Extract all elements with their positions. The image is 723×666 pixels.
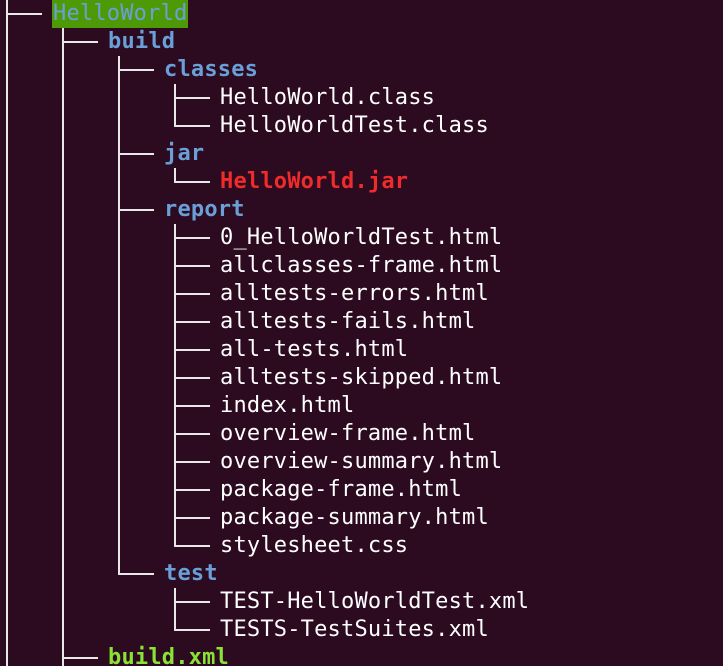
directory-test[interactable]: test <box>164 560 218 588</box>
tree-row-file[interactable]: all-tests.html <box>0 336 723 364</box>
directory-classes[interactable]: classes <box>164 56 258 84</box>
tree-row-file[interactable]: HelloWorld.class <box>0 84 723 112</box>
file-entry[interactable]: package-summary.html <box>220 504 489 532</box>
file-entry[interactable]: overview-frame.html <box>220 420 475 448</box>
tree-connector <box>174 308 210 336</box>
tree-connector <box>62 28 98 56</box>
jar-file-entry[interactable]: HelloWorld.jar <box>220 168 408 196</box>
tree-row-build[interactable]: build <box>0 28 723 56</box>
tree-row-file[interactable]: package-frame.html <box>0 476 723 504</box>
directory-report[interactable]: report <box>164 196 245 224</box>
tree-connector <box>6 0 42 15</box>
file-entry[interactable]: TESTS-TestSuites.xml <box>220 616 489 644</box>
tree-connector <box>118 560 154 575</box>
tree-connector <box>174 280 210 308</box>
file-entry[interactable]: allclasses-frame.html <box>220 252 502 280</box>
tree-connector <box>118 56 154 84</box>
tree-connector <box>174 392 210 420</box>
tree-row-file[interactable]: HelloWorld.jar <box>0 168 723 196</box>
tree-row-root[interactable]: HelloWorld <box>0 0 723 28</box>
tree-connector <box>118 196 154 224</box>
file-entry[interactable]: TEST-HelloWorldTest.xml <box>220 588 529 616</box>
tree-connector <box>174 476 210 504</box>
tree-row-jar[interactable]: jar <box>0 140 723 168</box>
tree-row-report[interactable]: report <box>0 196 723 224</box>
file-entry[interactable]: index.html <box>220 392 354 420</box>
tree-row-classes[interactable]: classes <box>0 56 723 84</box>
tree-row-file[interactable]: index.html <box>0 392 723 420</box>
tree-connector <box>174 532 210 547</box>
tree-row-file[interactable]: overview-frame.html <box>0 420 723 448</box>
tree-connector <box>174 504 210 532</box>
file-entry[interactable]: 0_HelloWorldTest.html <box>220 224 502 252</box>
file-entry[interactable]: all-tests.html <box>220 336 408 364</box>
directory-build[interactable]: build <box>108 28 175 56</box>
tree-connector <box>118 140 154 168</box>
tree-connector <box>174 336 210 364</box>
file-entry[interactable]: stylesheet.css <box>220 532 408 560</box>
tree-row-file[interactable]: alltests-skipped.html <box>0 364 723 392</box>
root-directory-name[interactable]: HelloWorld <box>52 0 189 28</box>
file-entry[interactable]: HelloWorld.class <box>220 84 435 112</box>
tree-row-file[interactable]: package-summary.html <box>0 504 723 532</box>
tree-connector <box>174 112 210 127</box>
terminal-window: HelloWorld build classes HelloWorld.clas… <box>0 0 723 666</box>
build-xml-file[interactable]: build.xml <box>108 644 229 666</box>
tree-row-file[interactable]: HelloWorldTest.class <box>0 112 723 140</box>
tree-connector <box>174 364 210 392</box>
tree-row-file[interactable]: TESTS-TestSuites.xml <box>0 616 723 644</box>
file-entry[interactable]: HelloWorldTest.class <box>220 112 489 140</box>
directory-jar[interactable]: jar <box>164 140 204 168</box>
tree-connector <box>174 420 210 448</box>
tree-row-file[interactable]: alltests-errors.html <box>0 280 723 308</box>
file-entry[interactable]: alltests-errors.html <box>220 280 489 308</box>
tree-connector <box>174 252 210 280</box>
tree-row-test[interactable]: test <box>0 560 723 588</box>
tree-row-file[interactable]: 0_HelloWorldTest.html <box>0 224 723 252</box>
file-entry[interactable]: alltests-fails.html <box>220 308 475 336</box>
tree-connector <box>174 224 210 252</box>
tree-connector <box>174 588 210 616</box>
tree-connector <box>174 448 210 476</box>
tree-row-file[interactable]: alltests-fails.html <box>0 308 723 336</box>
tree-row-file[interactable]: stylesheet.css <box>0 532 723 560</box>
tree-connector <box>174 84 210 112</box>
tree-row-file[interactable]: overview-summary.html <box>0 448 723 476</box>
file-entry[interactable]: alltests-skipped.html <box>220 364 502 392</box>
tree-connector <box>174 168 210 183</box>
tree-row-file[interactable]: TEST-HelloWorldTest.xml <box>0 588 723 616</box>
tree-connector <box>62 644 98 666</box>
file-entry[interactable]: overview-summary.html <box>220 448 502 476</box>
tree-row-file[interactable]: allclasses-frame.html <box>0 252 723 280</box>
tree-connector <box>174 616 210 631</box>
file-entry[interactable]: package-frame.html <box>220 476 462 504</box>
tree-row-build-xml[interactable]: build.xml <box>0 644 723 666</box>
